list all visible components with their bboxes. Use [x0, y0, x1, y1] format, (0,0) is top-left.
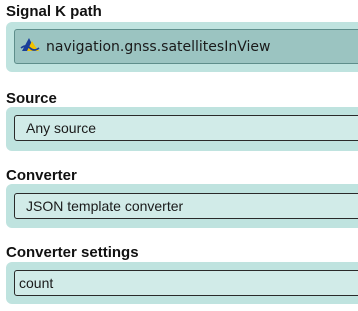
signalk-path-label: Signal K path [6, 3, 102, 20]
source-label: Source [6, 90, 57, 107]
source-panel: Any source [6, 107, 358, 151]
converter-settings-panel: count [6, 262, 358, 304]
signalk-icon [15, 35, 46, 59]
signalk-path-field[interactable]: navigation.gnss.satellitesInView [14, 29, 358, 64]
converter-value: JSON template converter [26, 198, 184, 214]
signalk-path-value: navigation.gnss.satellitesInView [46, 38, 271, 55]
converter-settings-input[interactable]: count [14, 270, 358, 296]
source-value: Any source [26, 120, 97, 136]
converter-panel: JSON template converter [6, 184, 358, 228]
converter-settings-label: Converter settings [6, 244, 139, 261]
converter-label: Converter [6, 167, 77, 184]
source-select[interactable]: Any source [14, 115, 358, 141]
converter-select[interactable]: JSON template converter [14, 193, 358, 219]
converter-settings-value: count [19, 275, 54, 291]
signalk-path-panel: navigation.gnss.satellitesInView [6, 22, 358, 72]
